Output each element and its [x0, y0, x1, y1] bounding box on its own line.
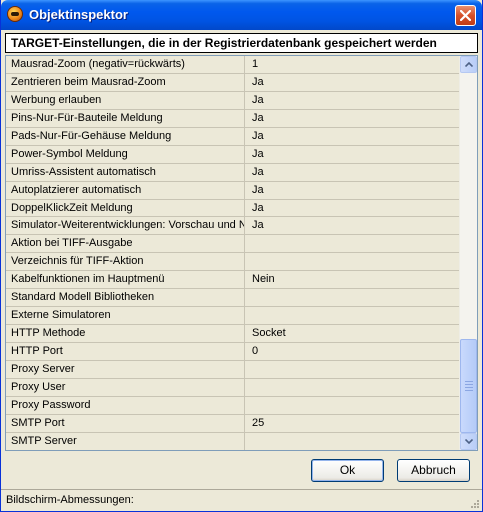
property-row[interactable]: Proxy Server — [6, 360, 461, 379]
close-icon — [460, 10, 471, 21]
scroll-down-button[interactable] — [460, 433, 477, 450]
vertical-scrollbar[interactable] — [459, 56, 477, 450]
property-name: HTTP Methode — [6, 325, 245, 342]
description-text: TARGET-Einstellungen, die in der Registr… — [11, 36, 437, 50]
property-rows: Mausrad-Zoom (negativ=rückwärts) 1 Zentrie… — [6, 56, 461, 450]
property-name: HTTP Port — [6, 343, 245, 360]
cancel-button[interactable]: Abbruch — [397, 459, 470, 482]
property-row[interactable]: Mausrad-Zoom (negativ=rückwärts) 1 — [6, 56, 461, 74]
property-row[interactable]: HTTP Methode Socket — [6, 325, 461, 343]
property-value[interactable]: Ja — [246, 217, 461, 234]
property-name: Mausrad-Zoom (negativ=rückwärts) — [6, 56, 245, 73]
property-name: SMTP Server — [6, 432, 245, 450]
property-value[interactable] — [246, 289, 461, 306]
property-name: Proxy User — [6, 378, 245, 396]
property-row[interactable]: Werbung erlauben Ja — [6, 91, 461, 110]
property-value[interactable]: Nein — [246, 271, 461, 288]
property-grid[interactable]: Mausrad-Zoom (negativ=rückwärts) 1 Zentrie… — [5, 55, 478, 451]
thumb-grip — [465, 384, 473, 385]
property-name: Proxy Server — [6, 360, 245, 378]
property-value[interactable] — [246, 379, 461, 396]
thumb-grip — [465, 381, 473, 382]
window-title: Objektinspektor — [29, 7, 128, 22]
status-text: Bildschirm-Abmessungen: — [6, 494, 134, 506]
property-name: Umriss-Assistent automatisch — [6, 163, 245, 181]
chevron-down-icon — [465, 439, 473, 444]
resize-grip-icon[interactable] — [469, 498, 480, 509]
property-row[interactable]: Proxy User — [6, 378, 461, 397]
property-row[interactable]: DoppelKlickZeit Meldung Ja — [6, 199, 461, 218]
property-row[interactable]: Kabelfunktionen im Hauptmenü Nein — [6, 271, 461, 290]
property-name: Autoplatzierer automatisch — [6, 181, 245, 199]
property-name: Verzeichnis für TIFF-Aktion — [6, 253, 245, 271]
property-value[interactable] — [246, 307, 461, 324]
property-value[interactable]: Ja — [246, 146, 461, 163]
thumb-grip — [465, 390, 473, 391]
property-value[interactable]: Socket — [246, 325, 461, 342]
property-value[interactable]: Ja — [246, 110, 461, 127]
property-name: Proxy Password — [6, 396, 245, 414]
property-value[interactable]: Ja — [246, 182, 461, 199]
scrollbar-thumb[interactable] — [460, 339, 477, 433]
chevron-up-icon — [465, 62, 473, 67]
property-row[interactable]: Pins-Nur-Für-Bauteile Meldung Ja — [6, 109, 461, 128]
property-row[interactable]: Externe Simulatoren — [6, 307, 461, 326]
close-button[interactable] — [455, 5, 476, 26]
ok-button[interactable]: Ok — [311, 459, 384, 482]
property-name: SMTP Port — [6, 414, 245, 432]
property-value[interactable] — [246, 235, 461, 252]
property-row[interactable]: Power-Symbol Meldung Ja — [6, 145, 461, 164]
property-name: DoppelKlickZeit Meldung — [6, 199, 245, 217]
property-name: Externe Simulatoren — [6, 307, 245, 325]
property-row[interactable]: SMTP Port 25 — [6, 414, 461, 433]
property-value[interactable] — [246, 397, 461, 414]
property-name: Pads-Nur-Für-Gehäuse Meldung — [6, 127, 245, 145]
property-value[interactable]: 25 — [246, 415, 461, 432]
property-row[interactable]: Aktion bei TIFF-Ausgabe — [6, 235, 461, 254]
property-value[interactable]: Ja — [246, 200, 461, 217]
property-row[interactable]: Standard Modell Bibliotheken — [6, 289, 461, 308]
property-value[interactable] — [246, 433, 461, 450]
property-value[interactable] — [246, 361, 461, 378]
property-value[interactable] — [246, 253, 461, 270]
property-row[interactable]: Verzeichnis für TIFF-Aktion — [6, 253, 461, 272]
property-name: Aktion bei TIFF-Ausgabe — [6, 235, 245, 253]
object-inspector-window: Objektinspektor TARGET-Einstellungen, di… — [0, 0, 483, 512]
property-name: Werbung erlauben — [6, 91, 245, 109]
property-row[interactable]: Umriss-Assistent automatisch Ja — [6, 163, 461, 182]
property-value[interactable]: 1 — [246, 56, 461, 73]
property-row[interactable]: Simulator-Weiterentwicklungen: Vorschau … — [6, 217, 461, 236]
property-name: Zentrieren beim Mausrad-Zoom — [6, 73, 245, 91]
property-value[interactable]: Ja — [246, 74, 461, 91]
property-name: Pins-Nur-Für-Bauteile Meldung — [6, 109, 245, 127]
title-bar[interactable]: Objektinspektor — [1, 0, 482, 30]
property-row[interactable]: Autoplatzierer automatisch Ja — [6, 181, 461, 200]
property-row[interactable]: SMTP Server — [6, 432, 461, 450]
property-value[interactable]: Ja — [246, 128, 461, 145]
property-row[interactable]: Pads-Nur-Für-Gehäuse Meldung Ja — [6, 127, 461, 146]
property-value[interactable]: Ja — [246, 92, 461, 109]
app-icon — [7, 6, 23, 22]
property-name: Power-Symbol Meldung — [6, 145, 245, 163]
property-value[interactable]: 0 — [246, 343, 461, 360]
scroll-up-button[interactable] — [460, 56, 477, 73]
property-row[interactable]: Zentrieren beim Mausrad-Zoom Ja — [6, 73, 461, 92]
property-row[interactable]: HTTP Port 0 — [6, 343, 461, 361]
description-box: TARGET-Einstellungen, die in der Registr… — [5, 33, 478, 53]
property-name: Simulator-Weiterentwicklungen: Vorschau … — [6, 217, 245, 235]
property-name: Kabelfunktionen im Hauptmenü — [6, 271, 245, 289]
property-name: Standard Modell Bibliotheken — [6, 289, 245, 307]
status-bar: Bildschirm-Abmessungen: — [1, 489, 482, 511]
thumb-grip — [465, 387, 473, 388]
property-value[interactable]: Ja — [246, 164, 461, 181]
property-row[interactable]: Proxy Password — [6, 396, 461, 415]
